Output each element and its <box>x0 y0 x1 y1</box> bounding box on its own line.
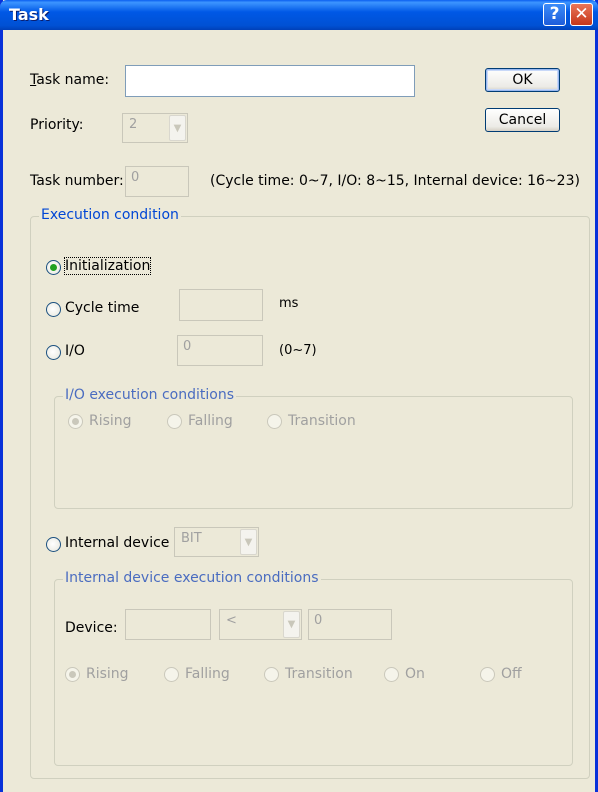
close-button[interactable]: ✕ <box>570 3 593 26</box>
internal-transition-label[interactable]: Transition <box>285 666 353 682</box>
cancel-button[interactable]: Cancel <box>485 108 560 132</box>
chevron-down-icon: ▼ <box>283 611 300 638</box>
internal-conditions-legend: Internal device execution conditions <box>63 570 321 586</box>
internal-device-label[interactable]: Internal device <box>65 535 169 551</box>
internal-off-radio[interactable] <box>480 667 495 682</box>
cycle-time-radio[interactable] <box>46 302 61 317</box>
initialization-label[interactable]: Initialization <box>63 257 152 275</box>
task-number-hint: (Cycle time: 0~7, I/O: 8~15, Internal de… <box>210 173 580 189</box>
help-icon: ? <box>549 4 560 24</box>
task-number-input[interactable]: 0 <box>125 166 189 197</box>
io-range: (0~7) <box>279 343 317 358</box>
cycle-time-unit: ms <box>279 296 299 311</box>
cycle-time-input[interactable] <box>179 289 263 321</box>
operator-value: < <box>226 613 237 628</box>
window-title: Task <box>9 5 49 24</box>
io-transition-radio[interactable] <box>267 414 282 429</box>
task-name-input[interactable] <box>125 65 415 97</box>
chevron-down-icon: ▼ <box>240 529 257 555</box>
task-name-label: Task name: <box>30 72 110 88</box>
internal-transition-radio[interactable] <box>264 667 279 682</box>
internal-rising-radio[interactable] <box>65 667 80 682</box>
internal-off-label[interactable]: Off <box>501 666 522 682</box>
task-number-label: Task number: <box>30 173 124 189</box>
priority-select[interactable]: 2 ▼ <box>122 113 188 143</box>
chevron-down-icon: ▼ <box>169 115 186 141</box>
io-transition-label[interactable]: Transition <box>288 413 356 429</box>
io-conditions-legend: I/O execution conditions <box>63 387 237 403</box>
internal-device-radio[interactable] <box>46 537 61 552</box>
io-radio[interactable] <box>46 345 61 360</box>
internal-on-radio[interactable] <box>384 667 399 682</box>
internal-on-label[interactable]: On <box>405 666 425 682</box>
ok-button[interactable]: OK <box>485 68 560 92</box>
internal-falling-label[interactable]: Falling <box>185 666 230 682</box>
initialization-radio[interactable] <box>46 260 61 275</box>
io-rising-radio[interactable] <box>68 414 83 429</box>
device-label: Device: <box>65 620 118 636</box>
close-icon: ✕ <box>574 4 589 24</box>
internal-device-value: BIT <box>181 531 202 546</box>
device-input[interactable] <box>125 609 211 640</box>
internal-device-select[interactable]: BIT ▼ <box>174 527 259 557</box>
io-input[interactable]: 0 <box>177 335 263 366</box>
cycle-time-label[interactable]: Cycle time <box>65 300 139 316</box>
task-name-label-text: ask name: <box>36 72 110 88</box>
operator-select[interactable]: < ▼ <box>219 609 302 640</box>
help-button[interactable]: ? <box>543 3 566 26</box>
compare-value: 0 <box>314 613 323 628</box>
task-number-value: 0 <box>131 170 140 185</box>
internal-rising-label[interactable]: Rising <box>86 666 129 682</box>
io-rising-label[interactable]: Rising <box>89 413 132 429</box>
compare-value-input[interactable]: 0 <box>308 609 392 640</box>
task-dialog: Task ? ✕ Task name: Priority: 2 ▼ Task n… <box>0 0 598 792</box>
io-label[interactable]: I/O <box>65 343 85 359</box>
io-falling-label[interactable]: Falling <box>188 413 233 429</box>
priority-value: 2 <box>129 117 138 132</box>
priority-label: Priority: <box>30 117 84 133</box>
io-value: 0 <box>183 339 192 354</box>
io-falling-radio[interactable] <box>167 414 182 429</box>
execution-condition-legend: Execution condition <box>39 207 181 223</box>
title-bar[interactable]: Task ? ✕ <box>0 0 598 30</box>
internal-falling-radio[interactable] <box>164 667 179 682</box>
